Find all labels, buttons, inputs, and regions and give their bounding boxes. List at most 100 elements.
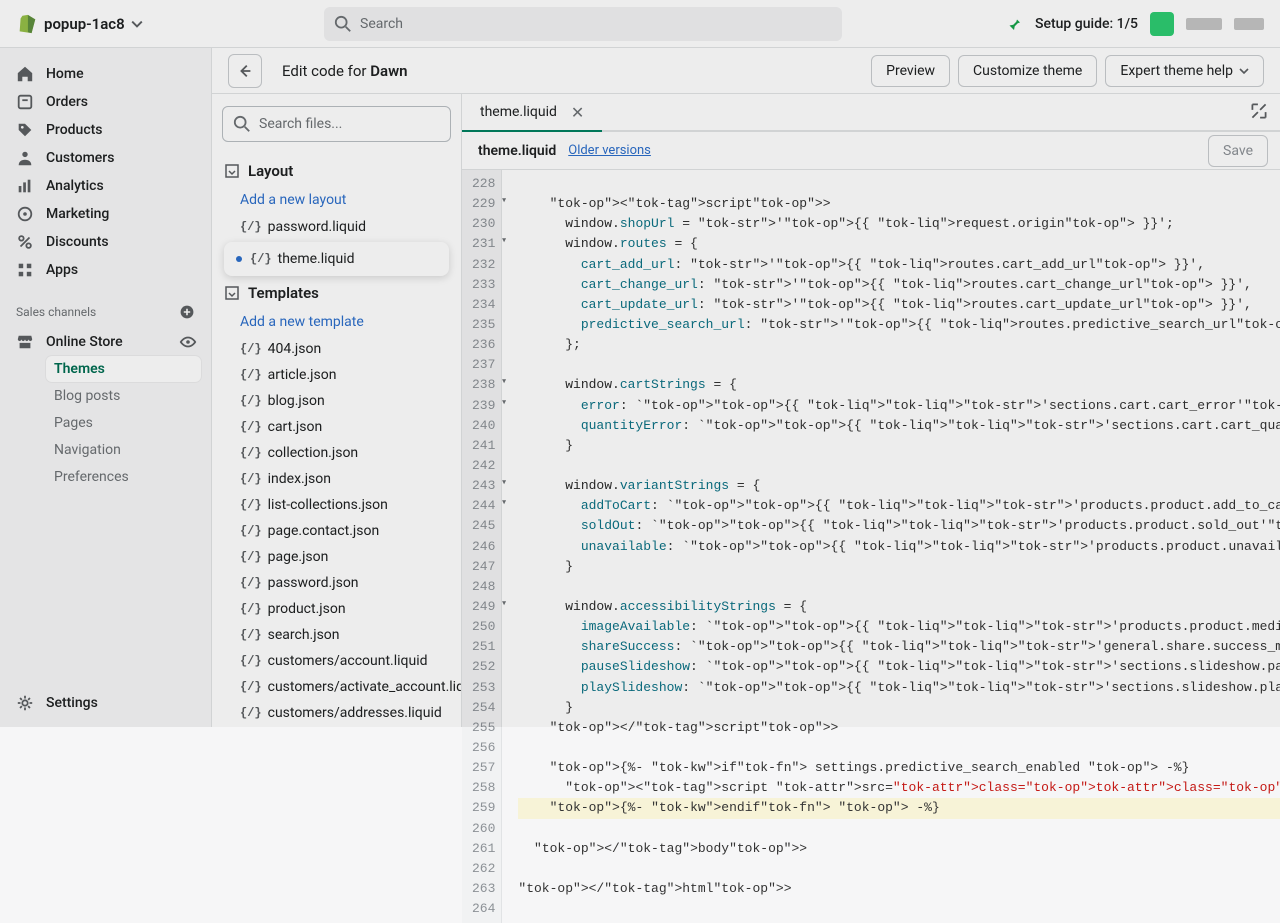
close-tab-icon[interactable]: ✕ [571, 103, 584, 122]
search-icon [233, 115, 251, 133]
nav-customers[interactable]: Customers [0, 144, 211, 172]
liquid-icon: {/} [240, 550, 262, 564]
nav-settings-label: Settings [46, 695, 98, 711]
add-template-link[interactable]: Add a new template [220, 308, 453, 336]
nav-settings[interactable]: Settings [0, 689, 211, 717]
file-password-liquid[interactable]: {/}password.liquid [220, 214, 453, 240]
file-customers-addresses-liquid[interactable]: {/}customers/addresses.liquid [220, 700, 453, 726]
nav-marketing[interactable]: Marketing [0, 200, 211, 228]
subnav-pages[interactable]: Pages [46, 410, 201, 436]
orders-icon [16, 93, 34, 111]
older-versions-link[interactable]: Older versions [568, 143, 651, 158]
liquid-icon: {/} [240, 368, 262, 382]
nav-analytics-label: Analytics [46, 178, 104, 194]
file-blog-json[interactable]: {/}blog.json [220, 388, 453, 414]
expert-help-button[interactable]: Expert theme help [1105, 55, 1264, 87]
nav-home-label: Home [46, 66, 84, 82]
section-templates[interactable]: Templates [220, 278, 453, 308]
file-page-json[interactable]: {/} page.json [220, 544, 453, 570]
subnav-preferences[interactable]: Preferences [46, 464, 201, 490]
nav-marketing-label: Marketing [46, 206, 109, 222]
file-label: password.json [268, 575, 359, 591]
theme-name: Dawn [370, 62, 407, 80]
liquid-icon: {/} [240, 220, 262, 234]
code-lines[interactable]: "tok-op"><"tok-tag">script"tok-op">> win… [502, 170, 1280, 923]
file-customers-activate_account-liquid[interactable]: {/}customers/activate_account.liquid [220, 674, 453, 700]
file-list-collections-json[interactable]: {/}list-collections.json [220, 492, 453, 518]
liquid-icon: {/} [240, 420, 262, 434]
nav-online-store-label: Online Store [46, 334, 123, 350]
subnav-blog-posts[interactable]: Blog posts [46, 383, 201, 409]
file-cart-json[interactable]: {/} cart.json [220, 414, 453, 440]
nav-apps-label: Apps [46, 262, 78, 278]
nav-analytics[interactable]: Analytics [0, 172, 211, 200]
edit-code-prefix: Edit code for [282, 62, 370, 80]
file-theme-liquid[interactable]: {/}theme.liquid [224, 242, 449, 276]
gutter: 2282292302312322332342352362372382392402… [462, 170, 502, 923]
global-search[interactable]: Search [324, 7, 842, 41]
liquid-icon: {/} [240, 472, 262, 486]
setup-guide[interactable]: Setup guide: 1/5 [1035, 16, 1138, 32]
nav-products-label: Products [46, 122, 103, 138]
expert-help-label: Expert theme help [1120, 63, 1233, 79]
gear-icon [16, 694, 34, 712]
home-icon [16, 65, 34, 83]
nav-home[interactable]: Home [0, 60, 211, 88]
tag-icon [16, 121, 34, 139]
store-switcher[interactable]: popup-1ac8 [16, 13, 143, 35]
liquid-icon: {/} [240, 706, 262, 720]
collapse-icon [224, 163, 240, 179]
expand-icon[interactable] [1248, 100, 1270, 122]
file-collection-json[interactable]: {/} collection.json [220, 440, 453, 466]
file-page-contact-json[interactable]: {/}page.contact.json [220, 518, 453, 544]
liquid-icon: {/} [240, 446, 262, 460]
file-product-json[interactable]: {/}product.json [220, 596, 453, 622]
file-search-json[interactable]: {/}search.json [220, 622, 453, 648]
file-label: collection.json [268, 445, 359, 461]
file-label: cart.json [268, 419, 323, 435]
eye-icon[interactable] [179, 333, 197, 351]
preview-button[interactable]: Preview [871, 55, 950, 87]
file-label: search.json [268, 627, 340, 643]
user-name-redacted [1186, 18, 1222, 30]
subnav-navigation[interactable]: Navigation [46, 437, 201, 463]
add-layout-link[interactable]: Add a new layout [220, 186, 453, 214]
user-avatar[interactable] [1150, 12, 1174, 36]
pin-icon[interactable] [1005, 15, 1023, 33]
back-button[interactable] [228, 54, 262, 88]
collapse-icon [224, 285, 240, 301]
shopify-logo-icon [16, 13, 38, 35]
sales-channels-label: Sales channels [16, 305, 96, 319]
editor-tabs: theme.liquid ✕ [462, 94, 1280, 132]
code-area[interactable]: 2282292302312322332342352362372382392402… [462, 170, 1280, 923]
editor-tab[interactable]: theme.liquid ✕ [462, 94, 602, 132]
apps-icon [16, 261, 34, 279]
target-icon [16, 205, 34, 223]
editor-subheader: Edit code for Dawn Preview Customize the… [212, 48, 1280, 94]
nav-orders[interactable]: Orders [0, 88, 211, 116]
analytics-icon [16, 177, 34, 195]
file-article-json[interactable]: {/} article.json [220, 362, 453, 388]
nav-apps[interactable]: Apps [0, 256, 211, 284]
file-label: article.json [268, 367, 337, 383]
tab-label: theme.liquid [480, 104, 557, 120]
file-label: page.json [268, 549, 329, 565]
file-404-json[interactable]: {/}404.json [220, 336, 453, 362]
liquid-icon: {/} [240, 394, 262, 408]
subnav-themes[interactable]: Themes [46, 356, 201, 382]
file-password-json[interactable]: {/} password.json [220, 570, 453, 596]
file-customers-account-liquid[interactable]: {/}customers/account.liquid [220, 648, 453, 674]
save-button[interactable]: Save [1208, 135, 1268, 167]
file-index-json[interactable]: {/}index.json [220, 466, 453, 492]
add-channel-icon[interactable] [179, 304, 195, 320]
nav-discounts[interactable]: Discounts [0, 228, 211, 256]
file-search-input[interactable]: Search files... [222, 106, 451, 142]
liquid-icon: {/} [240, 576, 262, 590]
nav-products[interactable]: Products [0, 116, 211, 144]
customize-theme-button[interactable]: Customize theme [958, 55, 1097, 87]
nav-online-store[interactable]: Online Store [0, 328, 211, 356]
section-layout-label: Layout [248, 162, 293, 180]
section-layout[interactable]: Layout [220, 156, 453, 186]
liquid-icon: {/} [240, 498, 262, 512]
nav-orders-label: Orders [46, 94, 88, 110]
